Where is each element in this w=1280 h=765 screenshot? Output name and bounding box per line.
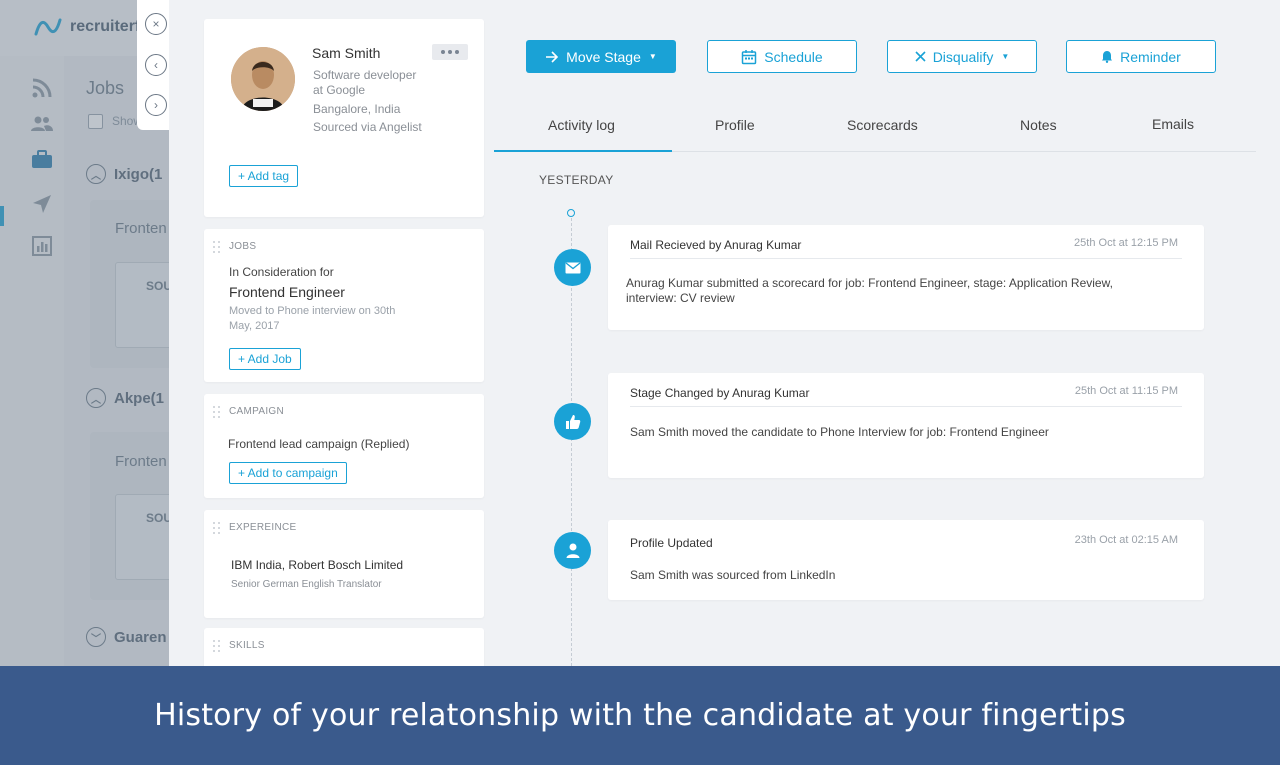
more-options-button[interactable] bbox=[432, 44, 468, 60]
jobs-section-label: JOBS bbox=[229, 241, 257, 252]
skills-card: SKILLS bbox=[204, 628, 484, 666]
experience-section-label: EXPEREINCE bbox=[229, 522, 297, 533]
tab-scorecards[interactable]: Scorecards bbox=[847, 117, 918, 133]
thumbs-up-icon bbox=[554, 403, 591, 440]
activity-event-card: Profile Updated 23th Oct at 02:15 AM Sam… bbox=[608, 520, 1204, 600]
mail-icon bbox=[554, 249, 591, 286]
disqualify-label: Disqualify bbox=[932, 48, 994, 65]
event-body: Anurag Kumar submitted a scorecard for j… bbox=[626, 276, 1113, 305]
jobs-card: JOBS In Consideration for Frontend Engin… bbox=[204, 229, 484, 382]
campaign-section-label: CAMPAIGN bbox=[229, 406, 284, 417]
more-dot-icon bbox=[441, 50, 445, 54]
job-moved-note: Moved to Phone interview on 30th bbox=[229, 305, 396, 317]
profile-card: Sam Smith Software developer at Google B… bbox=[204, 19, 484, 217]
candidate-location: Bangalore, India bbox=[313, 102, 401, 116]
move-stage-button[interactable]: Move Stage ▼ bbox=[526, 40, 676, 73]
candidate-panel: Sam Smith Software developer at Google B… bbox=[169, 0, 1280, 666]
arrow-right-icon bbox=[546, 50, 559, 63]
bell-icon bbox=[1102, 51, 1113, 63]
more-dot-icon bbox=[455, 50, 459, 54]
event-time: 23th Oct at 02:15 AM bbox=[1074, 534, 1178, 546]
disqualify-button[interactable]: Disqualify ▼ bbox=[887, 40, 1037, 73]
close-button[interactable]: × bbox=[145, 13, 167, 35]
campaign-name: Frontend lead campaign (Replied) bbox=[228, 437, 410, 451]
move-stage-label: Move Stage bbox=[566, 48, 641, 65]
candidate-title: Software developer bbox=[313, 68, 417, 82]
job-title[interactable]: Frontend Engineer bbox=[229, 284, 345, 300]
event-time: 25th Oct at 12:15 PM bbox=[1074, 237, 1178, 249]
activity-event-card: Stage Changed by Anurag Kumar 25th Oct a… bbox=[608, 373, 1204, 478]
reminder-button[interactable]: Reminder bbox=[1066, 40, 1216, 73]
event-body: Sam Smith moved the candidate to Phone I… bbox=[630, 425, 1049, 439]
previous-candidate-button[interactable]: ‹ bbox=[145, 54, 167, 76]
add-tag-button[interactable]: + Add tag bbox=[229, 165, 299, 187]
caption-banner: History of your relatonship with the can… bbox=[0, 666, 1280, 765]
schedule-button[interactable]: Schedule bbox=[707, 40, 857, 73]
tab-activity-log[interactable]: Activity log bbox=[548, 117, 615, 133]
caret-down-icon: ▼ bbox=[648, 52, 657, 61]
candidate-source: Sourced via Angelist bbox=[313, 120, 422, 134]
candidate-name: Sam Smith bbox=[312, 45, 381, 61]
calendar-icon bbox=[742, 49, 757, 64]
close-icon bbox=[915, 51, 926, 62]
tab-bar: Activity log Profile Scorecards Notes Em… bbox=[494, 108, 1256, 152]
tab-emails[interactable]: Emails bbox=[1152, 116, 1194, 132]
drag-handle-icon[interactable] bbox=[213, 522, 221, 534]
event-divider bbox=[630, 258, 1182, 259]
add-job-button[interactable]: + Add Job bbox=[229, 348, 301, 370]
tab-notes[interactable]: Notes bbox=[1020, 117, 1057, 133]
consideration-label: In Consideration for bbox=[229, 265, 334, 279]
event-title: Stage Changed by Anurag Kumar bbox=[630, 386, 810, 400]
banner-text: History of your relatonship with the can… bbox=[154, 698, 1126, 733]
active-tab-indicator bbox=[494, 150, 672, 152]
skills-section-label: SKILLS bbox=[229, 640, 265, 651]
candidate-company: at Google bbox=[313, 83, 366, 97]
close-icon: × bbox=[152, 17, 160, 31]
event-body: Sam Smith was sourced from LinkedIn bbox=[630, 568, 836, 582]
experience-card: EXPEREINCE IBM India, Robert Bosch Limit… bbox=[204, 510, 484, 618]
timeline-start-marker bbox=[567, 209, 575, 217]
day-label: YESTERDAY bbox=[539, 173, 614, 187]
activity-event-card: Mail Recieved by Anurag Kumar 25th Oct a… bbox=[608, 225, 1204, 330]
more-dot-icon bbox=[448, 50, 452, 54]
event-divider bbox=[630, 406, 1182, 407]
drag-handle-icon[interactable] bbox=[213, 241, 221, 253]
drag-handle-icon[interactable] bbox=[213, 640, 221, 652]
schedule-label: Schedule bbox=[764, 48, 823, 65]
chevron-left-icon: ‹ bbox=[154, 58, 158, 72]
avatar-photo bbox=[231, 47, 295, 111]
event-title: Profile Updated bbox=[630, 536, 713, 550]
job-moved-date: May, 2017 bbox=[229, 320, 280, 332]
chevron-right-icon: › bbox=[154, 98, 158, 112]
drag-handle-icon[interactable] bbox=[213, 406, 221, 418]
user-icon bbox=[554, 532, 591, 569]
experience-role: Senior German English Translator bbox=[231, 579, 382, 590]
next-candidate-button[interactable]: › bbox=[145, 94, 167, 116]
caret-down-icon: ▼ bbox=[1001, 52, 1010, 61]
experience-companies: IBM India, Robert Bosch Limited bbox=[231, 558, 404, 572]
add-to-campaign-button[interactable]: + Add to campaign bbox=[229, 462, 347, 484]
tab-profile[interactable]: Profile bbox=[715, 117, 755, 133]
avatar bbox=[231, 47, 295, 111]
campaign-card: CAMPAIGN Frontend lead campaign (Replied… bbox=[204, 394, 484, 498]
event-title: Mail Recieved by Anurag Kumar bbox=[630, 238, 802, 252]
reminder-label: Reminder bbox=[1120, 48, 1181, 65]
event-time: 25th Oct at 11:15 PM bbox=[1074, 385, 1178, 397]
